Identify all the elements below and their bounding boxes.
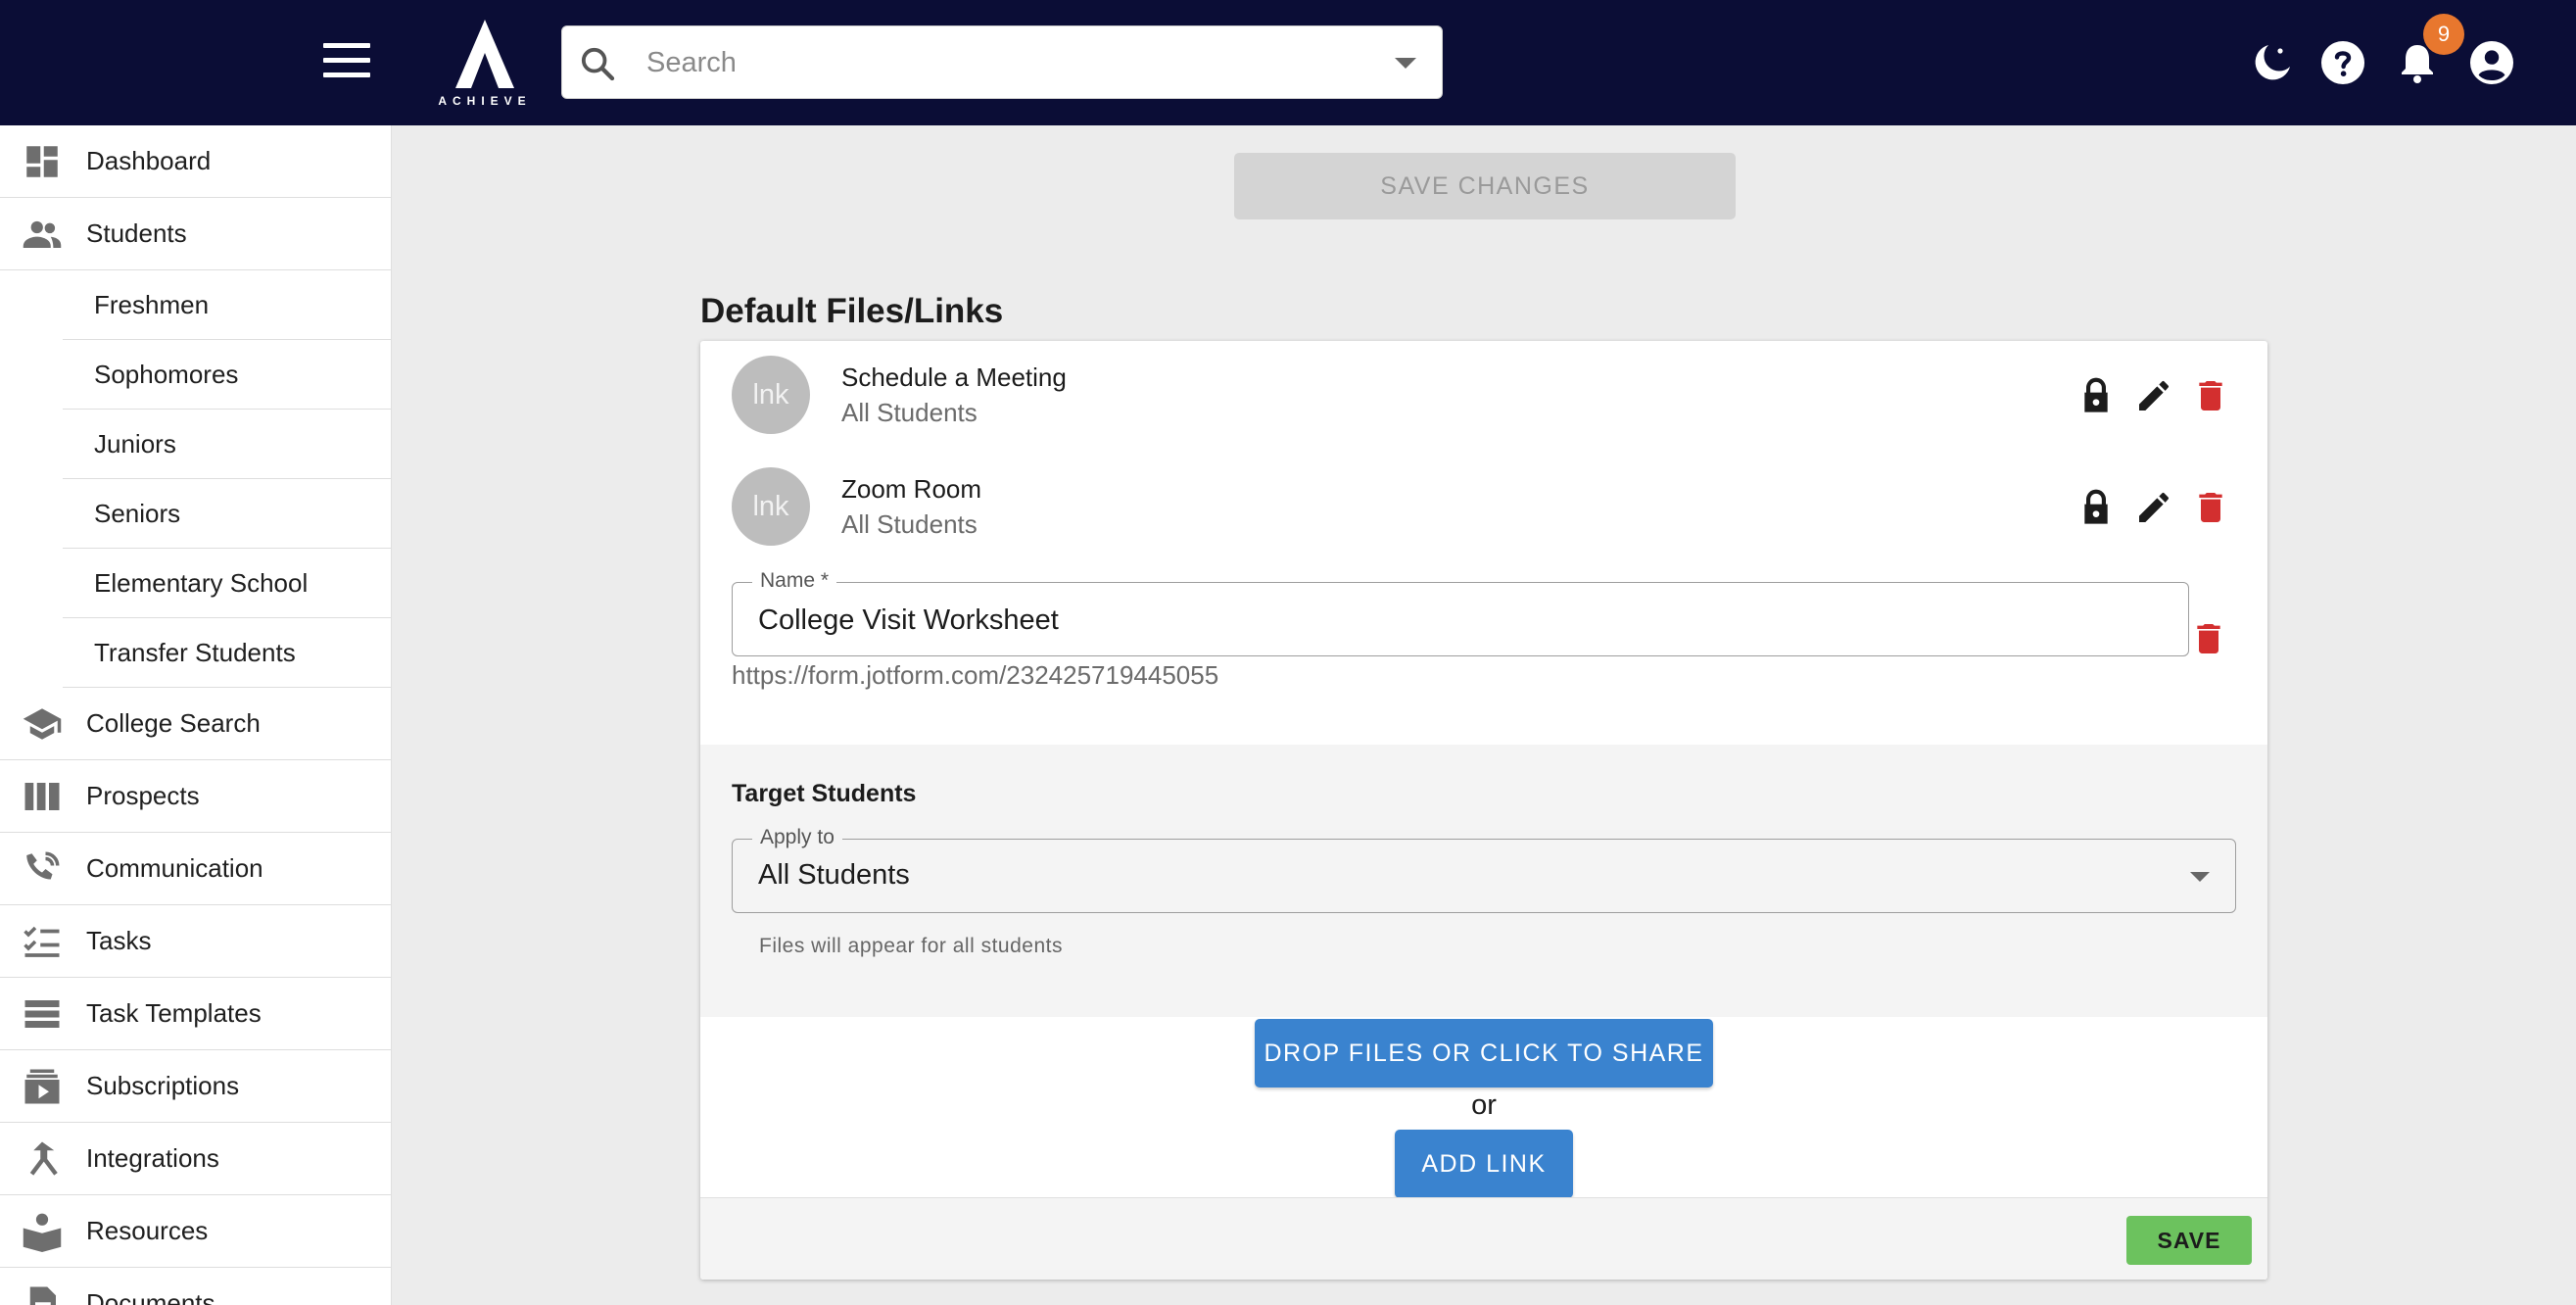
file-audience: All Students [841,398,978,427]
apply-to-value: All Students [758,859,910,891]
top-app-bar: ACHIEVE 9 [0,0,2576,125]
sidebar-item-tasks[interactable]: Tasks [0,905,391,978]
sidebar-item-label: Tasks [86,926,152,955]
sidebar-item-students[interactable]: Students [0,198,391,270]
checklist-icon [24,926,60,957]
delete-icon[interactable] [2189,617,2228,660]
reader-icon [23,1213,62,1252]
document-icon [29,1286,56,1305]
dashboard-icon [26,146,58,177]
sidebar-subitem-label: Seniors [94,498,181,528]
sidebar-item-label: Resources [86,1216,209,1245]
sidebar-subitem-sophomores[interactable]: Sophomores [63,340,391,410]
avatar: lnk [732,356,810,434]
notification-badge: 9 [2423,14,2464,55]
target-students-section: Target Students Apply to All Students Fi… [700,745,2267,1017]
search-input[interactable] [646,40,1332,85]
people-icon [23,220,62,248]
file-audience: All Students [841,509,978,539]
list-icon [24,1000,60,1028]
account-icon[interactable] [2468,39,2515,86]
sidebar-item-college-search[interactable]: College Search [0,688,391,760]
search-dropdown-icon[interactable] [1395,58,1416,69]
or-separator: or [1471,1089,1497,1121]
name-field[interactable]: Name * [732,569,2189,656]
sidebar-item-resources[interactable]: Resources [0,1195,391,1268]
sidebar-item-dashboard[interactable]: Dashboard [0,125,391,198]
sidebar-item-documents[interactable]: Documents [0,1268,391,1305]
target-students-title: Target Students [732,780,917,807]
delete-icon[interactable] [2191,486,2230,529]
sidebar-subitem-label: Sophomores [94,359,239,389]
sidebar-item-task-templates[interactable]: Task Templates [0,978,391,1050]
name-input[interactable] [758,599,2129,642]
apply-to-label: Apply to [752,826,842,849]
name-field-label: Name * [752,569,837,593]
sidebar-subitem-label: Elementary School [94,567,309,598]
edit-icon[interactable] [2134,486,2173,529]
menu-icon[interactable] [323,43,370,82]
subscriptions-icon [24,1069,60,1104]
sidebar-item-subscriptions[interactable]: Subscriptions [0,1050,391,1123]
file-row[interactable]: lnk Schedule a Meeting All Students [700,341,2267,434]
sidebar-item-communication[interactable]: Communication [0,833,391,905]
drop-files-button[interactable]: DROP FILES OR CLICK TO SHARE [1255,1019,1713,1088]
school-icon [23,708,62,740]
sidebar-subitem-seniors[interactable]: Seniors [63,479,391,549]
sidebar-item-label: Integrations [86,1143,219,1173]
sidebar-item-prospects[interactable]: Prospects [0,760,391,833]
logo-text: ACHIEVE [438,94,532,108]
search-icon [581,47,615,81]
sidebar-item-label: Prospects [86,781,200,810]
save-button[interactable]: SAVE [2126,1216,2252,1265]
columns-icon [24,783,60,810]
file-url: https://form.jotform.com/232425719445055 [732,660,1219,690]
sidebar: Dashboard Students Freshmen Sophomores J… [0,125,392,1305]
lock-icon[interactable] [2076,486,2116,529]
file-row[interactable]: lnk Zoom Room All Students [700,453,2267,546]
sidebar-subitem-juniors[interactable]: Juniors [63,410,391,479]
search-bar[interactable] [561,25,1443,99]
save-changes-button[interactable]: SAVE CHANGES [1234,153,1736,219]
lock-icon[interactable] [2076,374,2116,417]
chevron-down-icon [2190,872,2210,882]
sidebar-item-label: Subscriptions [86,1071,240,1100]
sidebar-subitem-transfer-students[interactable]: Transfer Students [63,618,391,688]
file-name: Schedule a Meeting [841,362,1067,392]
sidebar-item-label: Communication [86,853,263,883]
help-icon[interactable] [2319,39,2366,86]
sidebar-subitem-label: Freshmen [94,289,210,319]
helper-text: Files will appear for all students [759,935,1063,957]
apply-to-select[interactable]: Apply to All Students [732,826,2236,913]
sidebar-subitem-elementary-school[interactable]: Elementary School [63,549,391,618]
sidebar-subitem-freshmen[interactable]: Freshmen [63,270,391,340]
card-footer: SAVE [700,1197,2267,1280]
file-name: Zoom Room [841,474,982,504]
sidebar-item-label: Dashboard [86,146,212,175]
sidebar-subitem-label: Juniors [94,428,176,459]
sidebar-subitem-label: Transfer Students [94,637,296,667]
sidebar-item-label: Students [86,218,187,248]
avatar: lnk [732,467,810,546]
sidebar-item-label: College Search [86,708,261,738]
sidebar-item-label: Task Templates [86,998,262,1028]
merge-icon [29,1141,58,1176]
sidebar-item-label: Documents [86,1288,215,1305]
delete-icon[interactable] [2191,374,2230,417]
sidebar-item-integrations[interactable]: Integrations [0,1123,391,1195]
add-link-button[interactable]: ADD LINK [1395,1130,1573,1198]
section-title: Default Files/Links [700,292,1004,330]
edit-icon[interactable] [2134,374,2173,417]
communication-icon [26,851,60,880]
files-card: lnk Schedule a Meeting All Students lnk … [700,341,2267,1280]
dark-mode-icon[interactable] [2249,39,2296,86]
